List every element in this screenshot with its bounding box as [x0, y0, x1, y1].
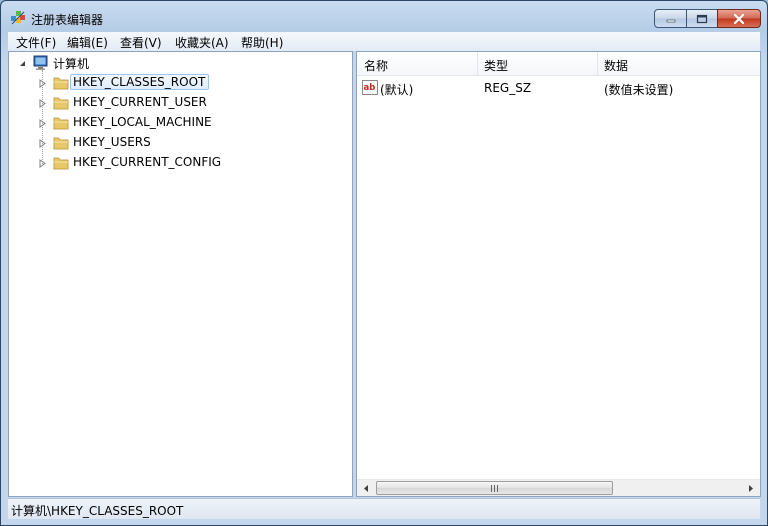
status-path: 计算机\HKEY_CLASSES_ROOT	[11, 504, 184, 518]
collapsed-arrow-icon[interactable]	[38, 139, 47, 148]
column-divider[interactable]	[597, 52, 598, 75]
collapsed-arrow-icon[interactable]	[38, 159, 47, 168]
maximize-icon	[696, 14, 708, 23]
column-header-name[interactable]: 名称	[364, 57, 388, 74]
folder-icon	[53, 137, 69, 150]
value-name: (默认)	[380, 83, 414, 97]
tree-label-hkey-classes-root: HKEY_CLASSES_ROOT	[70, 74, 210, 90]
tree-label-hkey-local-machine: HKEY_LOCAL_MACHINE	[73, 115, 212, 129]
scrollbar-grip-icon	[490, 485, 499, 492]
column-divider[interactable]	[477, 52, 478, 75]
registry-tree-pane[interactable]: 计算机 HKEY_CLASSES_ROOT HKEY_CURRENT_USER	[8, 51, 353, 497]
folder-icon	[53, 97, 69, 110]
column-header-data[interactable]: 数据	[604, 57, 628, 74]
menu-edit[interactable]: 编辑(E)	[67, 34, 108, 51]
folder-icon	[53, 77, 69, 90]
menu-file[interactable]: 文件(F)	[16, 34, 56, 51]
collapsed-arrow-icon[interactable]	[38, 119, 47, 128]
value-data: (数值未设置)	[604, 83, 674, 97]
menu-help[interactable]: 帮助(H)	[241, 34, 283, 51]
caption-buttons	[654, 9, 761, 29]
menu-bar: 文件(F) 编辑(E) 查看(V) 收藏夹(A) 帮助(H)	[8, 32, 760, 51]
close-button[interactable]	[717, 9, 761, 28]
values-list-pane[interactable]: 名称 类型 数据 ab (默认) REG_SZ (数值未设置)	[356, 51, 761, 497]
tree-label-hkey-current-config: HKEY_CURRENT_CONFIG	[73, 155, 222, 169]
registry-editor-window: 注册表编辑器 文件(F) 编辑(E) 查看(V) 收藏夹(A) 帮助(H) 计算…	[0, 0, 768, 526]
maximize-button[interactable]	[686, 9, 718, 28]
close-icon	[733, 13, 745, 24]
string-value-icon: ab	[362, 80, 378, 95]
scroll-left-icon[interactable]	[358, 480, 375, 497]
title-bar[interactable]: 注册表编辑器	[1, 1, 767, 32]
column-header-type[interactable]: 类型	[484, 57, 508, 74]
horizontal-scrollbar[interactable]	[357, 479, 760, 496]
collapsed-arrow-icon[interactable]	[38, 79, 47, 88]
status-bar: 计算机\HKEY_CLASSES_ROOT	[8, 498, 760, 519]
computer-icon	[33, 55, 48, 70]
scroll-right-icon[interactable]	[742, 480, 759, 497]
scrollbar-thumb[interactable]	[376, 481, 613, 495]
window-title: 注册表编辑器	[31, 13, 104, 27]
collapsed-arrow-icon[interactable]	[38, 99, 47, 108]
minimize-button[interactable]	[654, 9, 687, 28]
expanded-arrow-icon[interactable]	[18, 59, 27, 68]
folder-icon	[53, 117, 69, 130]
menu-view[interactable]: 查看(V)	[120, 34, 162, 51]
table-row[interactable]: ab (默认) REG_SZ (数值未设置)	[357, 78, 760, 98]
menu-favorites[interactable]: 收藏夹(A)	[175, 34, 229, 51]
tree-label-hkey-users: HKEY_USERS	[73, 135, 151, 149]
list-header: 名称 类型 数据	[357, 52, 760, 76]
registry-app-icon	[11, 11, 25, 25]
svg-text:ab: ab	[364, 83, 376, 93]
tree-label-hkey-current-user: HKEY_CURRENT_USER	[73, 95, 207, 109]
folder-icon	[53, 157, 69, 170]
minimize-icon	[666, 19, 675, 22]
value-type: REG_SZ	[484, 81, 532, 95]
tree-label-computer: 计算机	[53, 57, 90, 71]
